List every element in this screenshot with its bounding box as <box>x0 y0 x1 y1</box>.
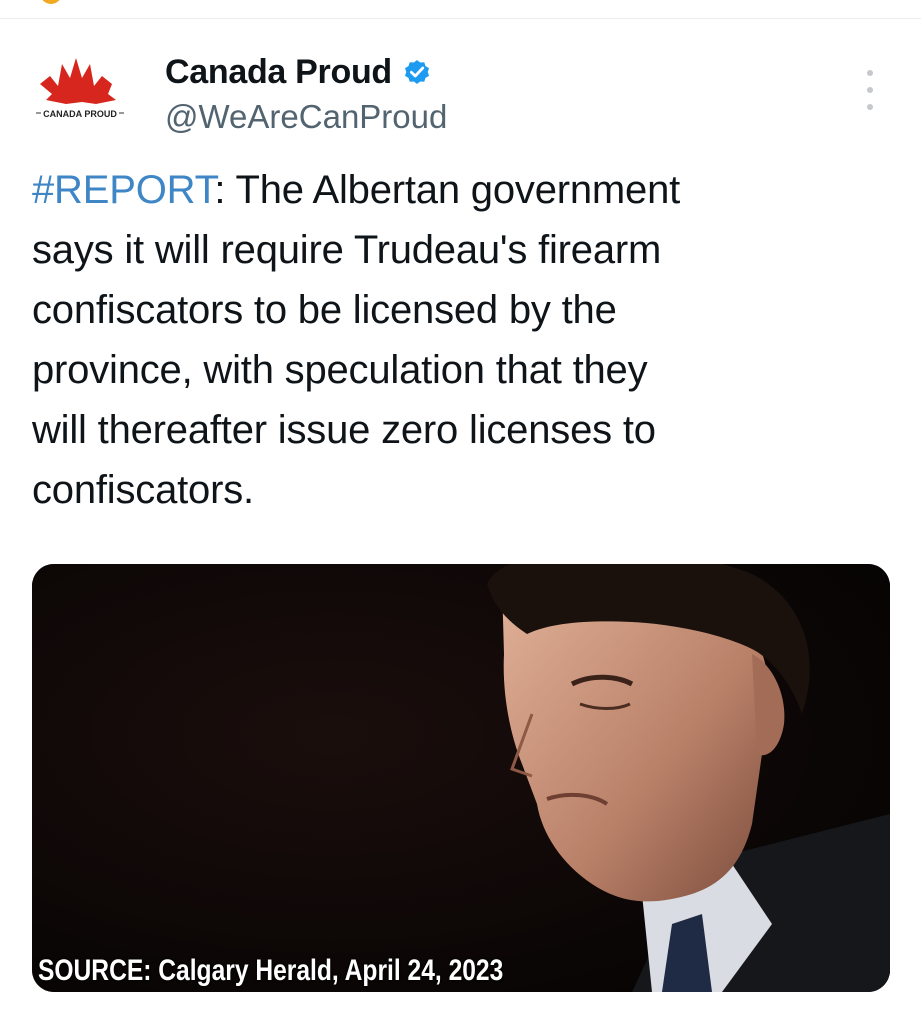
top-divider <box>0 0 921 19</box>
tweet-line-5: will thereafter issue zero licenses to <box>32 408 656 452</box>
author-handle[interactable]: @WeAreCanProud <box>165 98 447 136</box>
tweet-line-3: confiscators to be licensed by the <box>32 288 617 332</box>
tweet-line-1: #REPORT: The Albertan government <box>32 160 892 220</box>
tweet-media-image[interactable]: SOURCE: Calgary Herald, April 24, 2023 <box>32 564 890 992</box>
author-name-row: Canada Proud <box>165 52 432 92</box>
media-caption: SOURCE: Calgary Herald, April 24, 2023 <box>38 954 504 987</box>
avatar-logo-text: CANADA PROUD <box>43 109 117 119</box>
tweet-line-1-text: : The Albertan government <box>214 168 681 212</box>
hashtag-link[interactable]: #REPORT <box>32 168 215 212</box>
more-options-icon[interactable] <box>856 70 884 110</box>
author-display-name[interactable]: Canada Proud <box>165 53 392 92</box>
tweet-line-4: province, with speculation that they <box>32 348 648 392</box>
media-photo <box>32 564 890 992</box>
author-avatar[interactable]: CANADA PROUD <box>36 56 126 130</box>
tweet-text: #REPORT: The Albertan government says it… <box>32 160 892 520</box>
tweet-line-6: confiscators. <box>32 468 254 512</box>
tweet-line-2: says it will require Trudeau's firearm <box>32 228 662 272</box>
maple-leaf-logo-icon: CANADA PROUD <box>36 58 124 120</box>
partial-avatar-icon <box>40 0 62 4</box>
verified-badge-icon <box>404 60 429 84</box>
